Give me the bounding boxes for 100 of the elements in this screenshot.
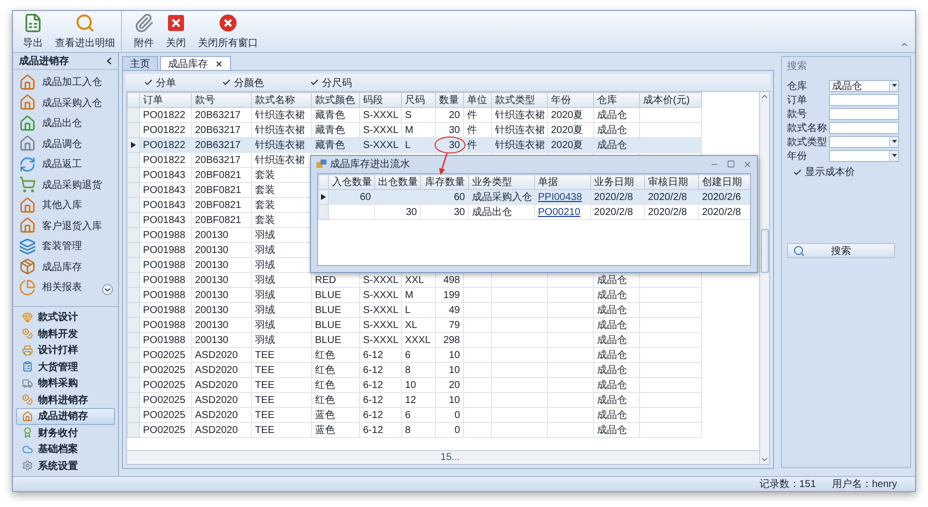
nav-group[interactable]: 基础档案 (16, 441, 115, 458)
column-header[interactable]: 库存数量 (420, 174, 468, 190)
table-cell: PO02025 (140, 422, 192, 438)
row-pointer-icon (321, 194, 326, 200)
sidebar-item[interactable]: 成品库存 (16, 256, 115, 277)
checkbox[interactable] (310, 78, 319, 87)
grid-row[interactable]: PO02025 ASD2020 TEE 红色 6-12 12 10 成品仓 (128, 392, 702, 408)
collapse-icon[interactable] (900, 40, 909, 49)
column-header[interactable]: 款式颜色 (312, 92, 360, 108)
nav-group[interactable]: 物料进销存 (16, 392, 115, 408)
table-cell: 成品仓 (594, 422, 640, 438)
column-header[interactable]: 款号 (192, 92, 252, 108)
spreadsheet-icon (23, 13, 43, 33)
table-cell: 2020/2/8 (590, 204, 644, 220)
nav-group[interactable]: 设计打样 (16, 342, 115, 358)
text-field[interactable] (829, 94, 899, 106)
sidebar-item[interactable]: 成品调仓 (16, 134, 115, 154)
tab[interactable]: 成品库存 (160, 56, 231, 70)
column-header[interactable]: 业务日期 (590, 174, 644, 190)
nav-group[interactable]: 物料开发 (16, 326, 115, 342)
column-header[interactable]: 年份 (548, 92, 594, 108)
column-header[interactable]: 尺码 (402, 92, 436, 108)
grid-row[interactable]: PO01822 20B63217 针织连衣裙 藏青色 S-XXXL M 30 件 针织连衣裙 2020夏 成品仓 (128, 122, 702, 138)
column-header[interactable]: 创建日期 (698, 174, 750, 190)
house-icon (19, 114, 36, 132)
grid-row[interactable]: 60 60 成品采购入仓 PPI00438 2020/2/8 2020/2/8 2020/2/6 (318, 190, 750, 204)
checkbox[interactable] (222, 78, 231, 87)
option-checkbox[interactable]: 分单 (144, 76, 176, 90)
table-cell: TEE (252, 422, 312, 438)
column-header[interactable]: 仓库 (594, 92, 640, 108)
grid-row[interactable]: 30 30 成品出仓 PO00210 2020/2/8 2020/2/8 2020/2/8 (318, 204, 750, 220)
nav-group[interactable]: 成品进销存 (16, 408, 115, 424)
column-header[interactable]: 订单 (140, 92, 192, 108)
checkbox[interactable] (793, 168, 802, 176)
toolbar-button[interactable]: 附件 (128, 11, 160, 52)
truck-icon (22, 378, 33, 389)
column-header[interactable]: 款式类型 (492, 92, 548, 108)
nav-group[interactable]: 系统设置 (16, 458, 115, 474)
caret-icon (892, 84, 896, 87)
user-name: 用户名：henry (832, 478, 897, 491)
close-all-icon (218, 13, 238, 33)
option-checkbox[interactable]: 显示成本价 (793, 165, 905, 179)
collapse-left-icon[interactable] (106, 57, 112, 65)
sidebar-item[interactable]: 其他入库 (16, 195, 115, 216)
grid-row[interactable]: PO01988 200130 羽绒 BLUE S-XXXL L 49 成品仓 (128, 302, 702, 318)
column-header[interactable]: 单据 (534, 174, 590, 190)
nav-group[interactable]: 物料采购 (16, 375, 115, 392)
grid-row[interactable]: PO01988 200130 羽绒 RED S-XXXL XXL 498 成品仓 (128, 272, 702, 288)
search-icon (793, 245, 805, 257)
nav-group[interactable]: 财务收付 (16, 424, 115, 441)
scrollbar[interactable] (759, 92, 769, 464)
column-header[interactable]: 入仓数量 (328, 174, 374, 190)
expand-down-icon[interactable] (102, 284, 113, 294)
grid-row[interactable]: PO02025 ASD2020 TEE 蓝色 6-12 6 0 成品仓 (128, 408, 702, 422)
grid-row[interactable]: PO02025 ASD2020 TEE 红色 6-12 8 10 成品仓 (128, 362, 702, 378)
column-header[interactable]: 码段 (360, 92, 402, 108)
toolbar-button[interactable]: 关闭 (160, 11, 192, 52)
column-header[interactable]: 业务类型 (468, 174, 534, 190)
grid-row[interactable]: PO02025 ASD2020 TEE 红色 6-12 10 20 成品仓 (128, 378, 702, 392)
column-header[interactable]: 数量 (436, 92, 464, 108)
sidebar-item[interactable]: 套装管理 (16, 236, 115, 256)
sidebar-item[interactable]: 客户退货入库 (16, 216, 115, 236)
sidebar-item[interactable]: 成品加工入仓 (16, 72, 115, 92)
nav-group[interactable]: 款式设计 (16, 309, 115, 326)
column-header[interactable]: 单位 (464, 92, 492, 108)
field-label: 订单 (787, 94, 808, 106)
maximize-icon[interactable] (727, 160, 735, 168)
toolbar-button[interactable]: 导出 (17, 11, 49, 52)
grid-row[interactable]: PO01988 200130 羽绒 BLUE S-XXXL XXXL 298 成品仓 (128, 332, 702, 348)
sidebar-item[interactable]: 相关报表 (16, 277, 115, 298)
grid-row[interactable]: PO01988 200130 羽绒 BLUE S-XXXL M 199 成品仓 (128, 288, 702, 302)
option-checkbox[interactable]: 分尺码 (310, 76, 352, 90)
search-button[interactable]: 搜索 (787, 243, 895, 258)
text-field[interactable] (829, 122, 899, 134)
text-field[interactable] (829, 108, 899, 120)
house-icon (19, 94, 36, 112)
grid-row[interactable]: PO01822 20B63217 针织连衣裙 藏青色 S-XXXL L 30 件 针织连衣裙 2020夏 成品仓 (128, 138, 702, 152)
cloud-icon (22, 444, 33, 455)
grid-row[interactable]: PO02025 ASD2020 TEE 蓝色 6-12 8 0 成品仓 (128, 422, 702, 438)
sidebar-item[interactable]: 成品返工 (16, 154, 115, 174)
dropdown[interactable]: 成品仓 (829, 80, 899, 92)
close-icon[interactable] (215, 60, 223, 68)
grid-row[interactable]: PO01822 20B63217 针织连衣裙 藏青色 S-XXXL S 20 件 针织连衣裙 2020夏 成品仓 (128, 108, 702, 122)
sidebar-item[interactable]: 成品出仓 (16, 113, 115, 134)
column-header[interactable]: 款式名称 (252, 92, 312, 108)
column-header[interactable]: 出仓数量 (374, 174, 420, 190)
checkbox[interactable] (144, 78, 153, 87)
sidebar-item[interactable]: 成品采购退货 (16, 174, 115, 195)
house-icon (22, 410, 33, 422)
column-header[interactable]: 成本价(元) (640, 92, 702, 108)
column-header[interactable]: 审核日期 (644, 174, 698, 190)
sidebar-item[interactable]: 成品采购入仓 (16, 92, 115, 113)
grid-row[interactable]: PO02025 ASD2020 TEE 红色 6-12 6 10 成品仓 (128, 348, 702, 362)
tab[interactable]: 主页 (122, 56, 158, 70)
toolbar-button[interactable]: 关闭所有窗口 (192, 11, 264, 52)
option-checkbox[interactable]: 分颜色 (222, 76, 264, 90)
nav-group[interactable]: 大货管理 (16, 358, 115, 375)
toolbar-button[interactable]: 查看进出明细 (49, 11, 122, 52)
scroll-thumb[interactable] (760, 229, 768, 273)
grid-row[interactable]: PO01988 200130 羽绒 BLUE S-XXXL XL 79 成品仓 (128, 318, 702, 332)
